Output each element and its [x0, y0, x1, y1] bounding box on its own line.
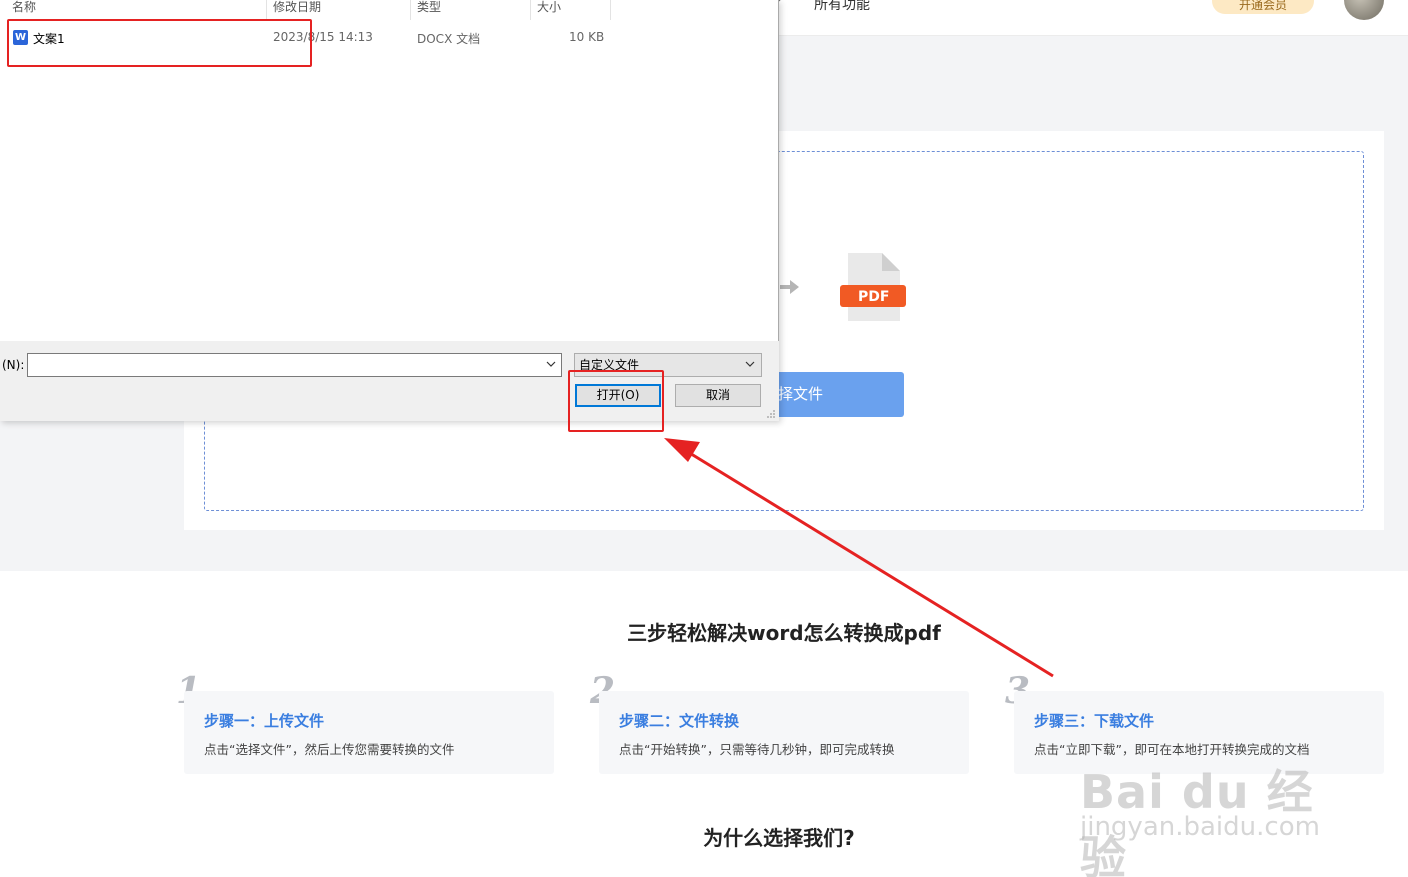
step-heading: 步骤三：下载文件 — [1034, 712, 1155, 730]
filename-label: (N): — [2, 358, 25, 372]
step-card-1: 步骤一：上传文件 点击“选择文件”，然后上传您需要转换的文件 — [184, 691, 554, 774]
step-heading: 步骤二：文件转换 — [619, 712, 740, 730]
column-separator[interactable] — [530, 0, 531, 20]
file-size: 10 KB — [569, 30, 605, 44]
convert-arrow-icon — [780, 280, 799, 294]
avatar[interactable] — [1344, 0, 1384, 20]
chevron-down-icon[interactable] — [744, 358, 756, 370]
column-header-date[interactable]: 修改日期 — [273, 0, 321, 15]
steps-title: 三步轻松解决word怎么转换成pdf — [627, 621, 941, 645]
highlight-file-box — [7, 19, 312, 67]
nav-all-features[interactable]: 所有功能 — [814, 0, 870, 14]
column-separator[interactable] — [266, 0, 267, 20]
step-heading: 步骤一：上传文件 — [204, 712, 325, 730]
step-card-2: 步骤二：文件转换 点击“开始转换”，只需等待几秒钟，即可完成转换 — [599, 691, 969, 774]
highlight-open-box — [568, 370, 664, 432]
baidu-watermark: Bai du 经验 jingyan.baidu.com — [1080, 756, 1340, 877]
filename-input[interactable] — [27, 353, 562, 377]
step-description: 点击“开始转换”，只需等待几秒钟，即可完成转换 — [619, 742, 895, 757]
column-header-name[interactable]: 名称 — [12, 0, 36, 15]
column-separator[interactable] — [610, 0, 611, 20]
file-type: DOCX 文档 — [417, 32, 481, 46]
pdf-file-icon: PDF — [838, 251, 908, 323]
column-header-size[interactable]: 大小 — [537, 0, 561, 15]
pdf-label: PDF — [858, 289, 890, 305]
resize-grip-icon[interactable] — [766, 409, 776, 419]
chevron-down-icon[interactable] — [545, 358, 557, 370]
step-description: 点击“选择文件”，然后上传您需要转换的文件 — [204, 742, 455, 757]
watermark-sub: jingyan.baidu.com — [1080, 812, 1320, 842]
select-file-button[interactable]: 择文件 — [758, 372, 904, 417]
column-separator[interactable] — [410, 0, 411, 20]
cancel-button[interactable]: 取消 — [675, 384, 761, 407]
vip-button[interactable]: 开通会员 — [1212, 0, 1314, 14]
column-header-type[interactable]: 类型 — [417, 0, 441, 15]
